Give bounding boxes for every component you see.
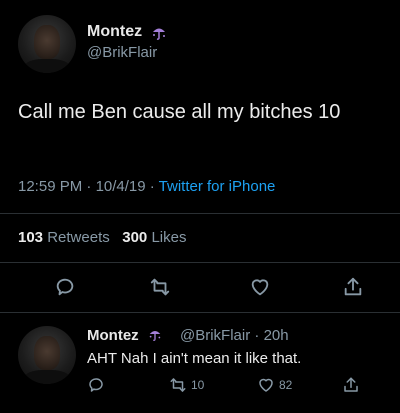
- reply-age: 20h: [263, 327, 289, 344]
- reply-retweet-count: 10: [191, 378, 205, 392]
- retweet-icon[interactable]: [148, 276, 172, 298]
- avatar-shirt: [23, 369, 71, 384]
- reply-icon[interactable]: [87, 376, 105, 394]
- avatar-face: [34, 25, 60, 60]
- avatar-shirt: [23, 58, 71, 73]
- share-icon[interactable]: [342, 375, 360, 395]
- share-icon[interactable]: [342, 275, 364, 299]
- meta-separator: ·: [250, 327, 264, 344]
- reply-text: AHT Nah I ain't mean it like that.: [87, 350, 302, 367]
- reply-icon[interactable]: [54, 276, 76, 298]
- retweet-icon[interactable]: [168, 376, 188, 394]
- divider: [0, 262, 400, 263]
- tweet-date: 10/4/19: [95, 178, 146, 195]
- meta-separator: ·: [82, 178, 96, 195]
- meta-separator: ·: [145, 178, 159, 195]
- heart-icon[interactable]: [248, 276, 272, 298]
- likes-stat[interactable]: 300 Likes: [122, 229, 186, 246]
- like-count: 300: [122, 229, 148, 246]
- retweet-count: 103: [18, 229, 44, 246]
- reply-like-count: 82: [279, 378, 293, 392]
- umbrella-rain-emoji-icon: [151, 24, 165, 40]
- retweet-label: Retweets: [47, 229, 110, 246]
- reply-meta: @BrikFlair · 20h: [180, 327, 289, 344]
- tweet-stats: 103 Retweets 300 Likes: [18, 229, 186, 246]
- avatar[interactable]: [18, 15, 76, 73]
- tweet-text: Call me Ben cause all my bitches 10: [18, 101, 341, 123]
- reply-username[interactable]: @BrikFlair: [180, 327, 250, 344]
- reply-avatar[interactable]: [18, 326, 76, 384]
- tweet-time: 12:59 PM: [18, 178, 83, 195]
- reply-display-name[interactable]: Montez: [87, 327, 139, 344]
- divider: [0, 213, 400, 214]
- heart-icon[interactable]: [256, 376, 276, 394]
- retweets-stat[interactable]: 103 Retweets: [18, 229, 110, 246]
- tweet-metadata: 12:59 PM · 10/4/19 · Twitter for iPhone: [18, 178, 275, 195]
- tweet-source-link[interactable]: Twitter for iPhone: [159, 178, 276, 195]
- display-name[interactable]: Montez: [87, 23, 142, 41]
- avatar-face: [34, 336, 60, 371]
- umbrella-rain-emoji-icon: [148, 327, 162, 341]
- divider: [0, 312, 400, 313]
- username[interactable]: @BrikFlair: [87, 44, 157, 61]
- like-label: Likes: [151, 229, 187, 246]
